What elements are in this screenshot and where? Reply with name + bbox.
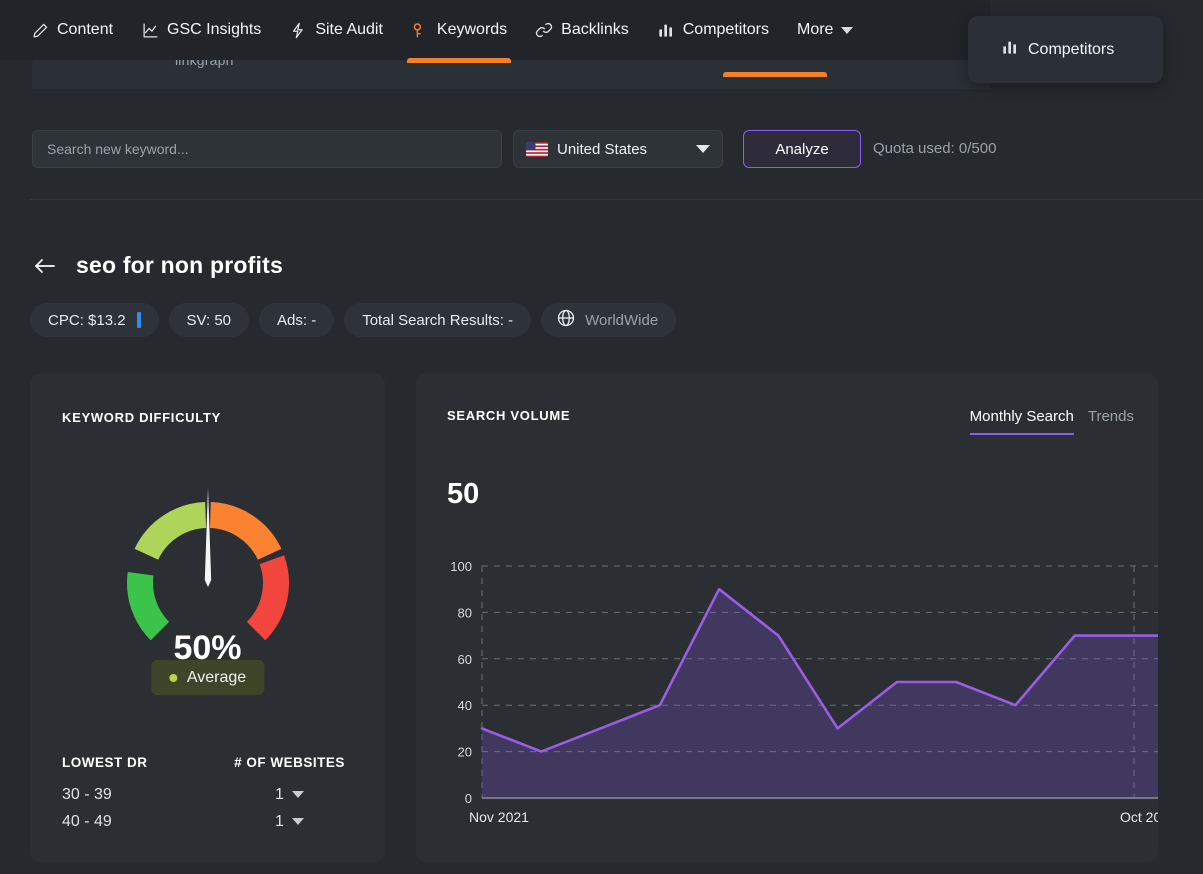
nav-label: GSC Insights: [167, 21, 262, 38]
table-row: 40 - 49 1: [62, 808, 357, 835]
y-axis-tick-label: 80: [458, 605, 472, 620]
active-tab-indicator: [407, 58, 512, 63]
nav-label: Competitors: [682, 21, 769, 38]
status-dot-icon: [168, 673, 177, 682]
tab-monthly-search[interactable]: Monthly Search: [969, 408, 1074, 435]
lightning-icon: [289, 21, 307, 39]
nav-item-more[interactable]: More: [784, 0, 866, 60]
pill-label: Ads: -: [277, 311, 317, 329]
search-input[interactable]: [32, 130, 502, 168]
keyword-difficulty-card: KEYWORD DIFFICULTY 50% Average LOWEST DR…: [30, 374, 385, 862]
pill-total-search-results: Total Search Results: -: [344, 303, 532, 337]
more-dropdown-item-competitors[interactable]: Competitors: [1028, 41, 1114, 59]
keyword-metric-pills: CPC: $13.2 SV: 50 Ads: - Total Search Re…: [30, 303, 677, 337]
search-volume-card: SEARCH VOLUME Monthly Search Trends 50 0…: [416, 374, 1158, 862]
nav-item-site-audit[interactable]: Site Audit: [276, 0, 396, 60]
table-row: 30 - 39 1: [62, 781, 357, 808]
table-header-row: LOWEST DR # OF WEBSITES: [62, 755, 357, 770]
keyword-header: seo for non profits: [32, 252, 283, 279]
cell-dr-range: 40 - 49: [62, 812, 112, 830]
website-count-value: 1: [275, 812, 284, 830]
pill-cpc: CPC: $13.2: [30, 303, 159, 337]
us-flag-icon: [526, 141, 548, 157]
y-axis-tick-label: 40: [458, 698, 472, 713]
nav-item-backlinks[interactable]: Backlinks: [522, 0, 642, 60]
cell-dr-range: 30 - 39: [62, 785, 112, 803]
tab-trends[interactable]: Trends: [1088, 408, 1134, 433]
country-select-value: United States: [557, 140, 648, 158]
y-axis-tick-label: 20: [458, 745, 472, 760]
app-root: linkgraph Content GSC Insights Site Audi…: [0, 0, 1203, 874]
gauge-needle: [204, 488, 212, 587]
nav-label: Backlinks: [561, 21, 629, 38]
x-axis-tick-label: Oct 2022: [1120, 809, 1158, 825]
cell-website-count: 1: [222, 813, 357, 831]
pill-region: WorldWide: [541, 303, 677, 337]
search-volume-value: 50: [447, 478, 480, 510]
main-navigation: Content GSC Insights Site Audit Keywords: [0, 0, 990, 63]
pill-ads: Ads: -: [259, 303, 335, 337]
pill-sv: SV: 50: [168, 303, 250, 337]
pill-label: SV: 50: [186, 311, 232, 329]
nav-more-label: More: [797, 21, 834, 38]
lowest-dr-table: LOWEST DR # OF WEBSITES 30 - 39 1 40 - 4…: [62, 755, 357, 835]
more-dropdown-panel[interactable]: Competitors: [968, 16, 1163, 83]
quota-status-text: Quota used: 0/500: [873, 140, 997, 157]
country-select[interactable]: United States: [513, 130, 723, 168]
chevron-down-icon[interactable]: [291, 818, 304, 825]
y-axis-tick-label: 100: [450, 559, 472, 574]
column-header-num-websites: # OF WEBSITES: [234, 755, 345, 770]
search-volume-tabs: Monthly Search Trends: [969, 408, 1134, 435]
bar-chart-icon: [1002, 39, 1018, 60]
nav-label: Keywords: [436, 21, 508, 38]
pill-label: CPC: $13.2: [48, 311, 126, 329]
difficulty-status-badge: Average: [150, 660, 265, 695]
chevron-down-icon[interactable]: [291, 791, 304, 798]
chevron-down-icon: [696, 145, 710, 153]
line-chart-icon: [141, 21, 159, 39]
pencil-icon: [31, 21, 49, 39]
page-title: seo for non profits: [76, 252, 283, 278]
nav-label: Content: [57, 21, 114, 38]
search-volume-chart: 0 20 40 60 80 100 Nov 2021 Oct 2022: [434, 554, 1158, 844]
region-label: WorldWide: [585, 311, 659, 329]
pill-label: Total Search Results: -: [362, 311, 514, 329]
difficulty-gauge: [30, 458, 385, 648]
bar-chart-icon: [657, 21, 675, 39]
keyword-difficulty-title: KEYWORD DIFFICULTY: [62, 410, 221, 425]
nav-label: Site Audit: [315, 21, 383, 38]
keyword-search-bar: United States Analyze Quota used: 0/500: [0, 122, 1203, 184]
chart-area-fill: [482, 589, 1158, 798]
link-icon: [535, 21, 553, 39]
section-divider: [30, 199, 1203, 200]
cpc-indicator-bar: [136, 312, 141, 328]
nav-item-gsc-insights[interactable]: GSC Insights: [128, 0, 274, 60]
nav-item-content[interactable]: Content: [18, 0, 126, 60]
search-volume-title: SEARCH VOLUME: [447, 408, 571, 423]
globe-icon: [556, 308, 576, 332]
nav-item-competitors[interactable]: Competitors: [644, 0, 782, 60]
y-axis-tick-label: 0: [465, 791, 472, 806]
back-arrow-icon[interactable]: [32, 253, 58, 279]
nav-item-keywords[interactable]: Keywords: [398, 0, 520, 63]
key-icon: [411, 21, 429, 39]
website-count-value: 1: [275, 785, 284, 803]
column-header-lowest-dr: LOWEST DR: [62, 755, 148, 770]
difficulty-badge-label: Average: [186, 668, 247, 686]
y-axis-tick-label: 60: [458, 652, 472, 667]
x-axis-tick-label: Nov 2021: [469, 809, 529, 825]
analyze-button[interactable]: Analyze: [743, 130, 861, 168]
chevron-down-icon: [841, 26, 854, 34]
cell-website-count: 1: [222, 786, 357, 804]
ghost-active-tab-underline: [723, 72, 827, 77]
